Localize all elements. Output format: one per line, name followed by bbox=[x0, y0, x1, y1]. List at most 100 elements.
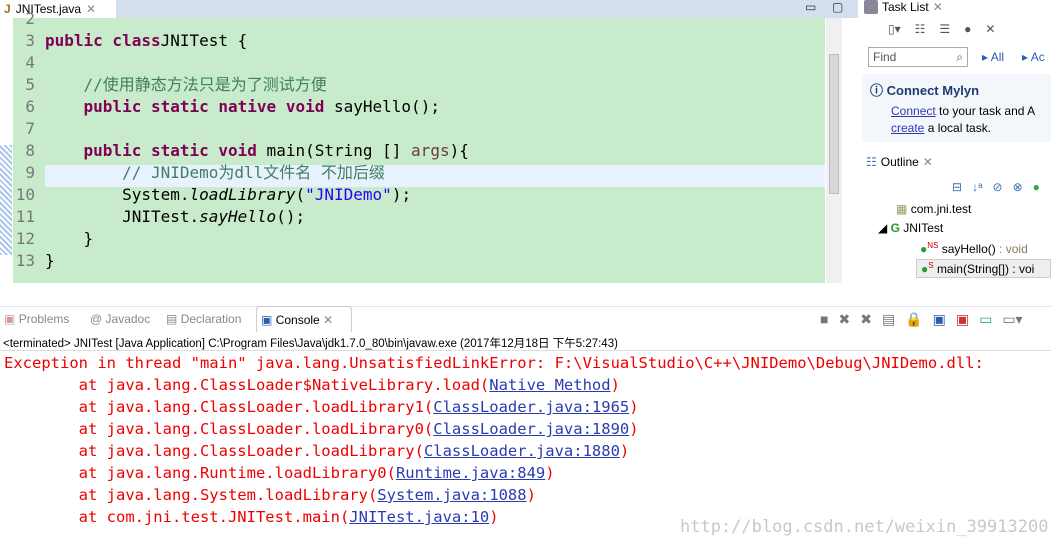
package-icon: ▦ bbox=[896, 202, 908, 216]
all-link[interactable]: ▸ All bbox=[982, 50, 1004, 64]
outline-item-sayhello[interactable]: ●NS sayHello() : void bbox=[920, 241, 1028, 256]
tab-javadoc[interactable]: @ Javadoc bbox=[90, 312, 150, 326]
outline-item-package[interactable]: ▦ com.jni.test bbox=[896, 202, 971, 216]
focus-icon[interactable]: ● bbox=[964, 22, 971, 36]
remove-all-icon[interactable]: ✖ bbox=[860, 311, 872, 328]
declaration-icon: ▤ bbox=[166, 312, 178, 326]
tab-outline[interactable]: ☷ Outline ✕ bbox=[866, 155, 933, 169]
outline-icon: ☷ bbox=[866, 155, 877, 169]
scheduled-icon[interactable]: ☰ bbox=[939, 22, 950, 36]
display-console-icon[interactable]: ▭▾ bbox=[1002, 311, 1022, 328]
code-token: (); bbox=[276, 207, 306, 226]
scrollbar-thumb[interactable] bbox=[829, 54, 839, 194]
outline-item-class[interactable]: ◢ G JNITest bbox=[878, 221, 943, 235]
change-marker bbox=[0, 145, 12, 255]
source-link[interactable]: Native Method bbox=[489, 376, 610, 394]
line-number: 5 bbox=[25, 75, 35, 94]
hide-static-icon[interactable]: ⊗ bbox=[1013, 180, 1023, 194]
code-line[interactable]: } bbox=[45, 228, 94, 250]
hide-completed-icon[interactable]: ✕ bbox=[985, 22, 995, 36]
close-icon[interactable]: ✕ bbox=[923, 155, 933, 169]
frame-text: at java.lang.ClassLoader$NativeLibrary.l… bbox=[4, 376, 490, 394]
code-line[interactable]: public classJNITest { bbox=[45, 30, 247, 52]
code-token: // JNIDemo为dll文件名 不加后缀 bbox=[45, 163, 385, 182]
mylyn-title: Connect Mylyn bbox=[886, 83, 980, 98]
tab-problems[interactable]: ▣ Problems bbox=[4, 312, 69, 326]
code-line[interactable]: public static native void sayHello(); bbox=[45, 96, 440, 118]
code-token: args bbox=[411, 141, 450, 160]
right-panels: Task List ✕ ▯▾ ☷ ☰ ● ✕ Find ⌕ ▸ All ▸ Ac… bbox=[860, 0, 1051, 300]
tab-declaration[interactable]: ▤ Declaration bbox=[166, 312, 241, 326]
code-token: JNITest { bbox=[160, 31, 248, 50]
code-token: } bbox=[45, 229, 94, 248]
code-token: //使用静态方法只是为了测试方便 bbox=[45, 75, 327, 94]
hide-nonpublic-icon[interactable]: ● bbox=[1033, 180, 1040, 194]
show-stdout-icon[interactable]: ▣ bbox=[933, 311, 946, 328]
activate-link[interactable]: ▸ Ac bbox=[1022, 50, 1045, 64]
task-list-title: Task List bbox=[882, 0, 929, 14]
exception-line: Exception in thread "main" java.lang.Uns… bbox=[4, 354, 984, 372]
editor-scrollbar[interactable] bbox=[826, 18, 842, 283]
source-link[interactable]: Runtime.java:849 bbox=[396, 464, 545, 482]
line-number: 4 bbox=[25, 53, 35, 72]
create-link[interactable]: create bbox=[891, 121, 924, 135]
source-link[interactable]: ClassLoader.java:1965 bbox=[433, 398, 629, 416]
code-line[interactable]: System.loadLibrary("JNIDemo"); bbox=[45, 184, 411, 206]
code-token: public class bbox=[45, 31, 161, 50]
code-token: "JNIDemo" bbox=[305, 185, 392, 204]
new-task-icon[interactable]: ▯▾ bbox=[888, 22, 901, 36]
source-link[interactable]: System.java:1088 bbox=[377, 486, 526, 504]
code-token: main(String [] bbox=[256, 141, 412, 160]
tab-console[interactable]: ▣ Console ✕ bbox=[256, 306, 352, 332]
frame-text: at java.lang.ClassLoader.loadLibrary1( bbox=[4, 398, 434, 416]
show-stderr-icon[interactable]: ▣ bbox=[956, 311, 969, 328]
problems-icon: ▣ bbox=[4, 312, 16, 326]
line-number: 7 bbox=[25, 119, 35, 138]
code-token: ( bbox=[295, 185, 306, 204]
tab-task-list[interactable]: Task List ✕ bbox=[864, 0, 943, 14]
find-input[interactable]: Find ⌕ bbox=[868, 47, 968, 67]
minimize-button[interactable]: ▭ bbox=[805, 0, 816, 14]
close-icon[interactable]: ✕ bbox=[933, 0, 943, 14]
close-icon[interactable]: ✕ bbox=[86, 2, 96, 16]
clear-console-icon[interactable]: ▤ bbox=[882, 311, 895, 328]
paren: ) bbox=[545, 464, 555, 482]
code-line[interactable]: } bbox=[45, 250, 55, 272]
code-line[interactable]: public static void main(String [] args){ bbox=[45, 140, 469, 162]
line-number: 2 bbox=[25, 9, 35, 28]
method-icon: ●S bbox=[921, 261, 934, 276]
source-link[interactable]: ClassLoader.java:1880 bbox=[424, 442, 620, 460]
source-link[interactable]: JNITest.java:10 bbox=[349, 508, 489, 526]
java-file-icon: J bbox=[4, 2, 11, 16]
remove-launch-icon[interactable]: ✖ bbox=[838, 311, 850, 328]
code-token: JNITest. bbox=[45, 207, 200, 226]
code-editor[interactable]: 2 3 public classJNITest {4 5 //使用静态方法只是为了测试… bbox=[0, 9, 858, 283]
line-number: 8 bbox=[25, 141, 35, 160]
code-line[interactable]: JNITest.sayHello(); bbox=[45, 206, 305, 228]
stack-frame: at java.lang.Runtime.loadLibrary0(Runtim… bbox=[4, 462, 555, 484]
categorized-icon[interactable]: ☷ bbox=[915, 22, 926, 36]
sort-icon[interactable]: ↓ᵃ bbox=[972, 180, 982, 194]
code-line[interactable]: // JNIDemo为dll文件名 不加后缀 bbox=[45, 162, 385, 184]
method-icon: ●NS bbox=[920, 241, 939, 256]
collapse-all-icon[interactable]: ⊟ bbox=[952, 180, 962, 194]
console-icon: ▣ bbox=[261, 313, 273, 327]
hide-fields-icon[interactable]: ⊘ bbox=[993, 180, 1003, 194]
terminate-icon[interactable]: ■ bbox=[820, 311, 828, 328]
outline-title: Outline bbox=[880, 155, 919, 169]
stack-frame: at java.lang.ClassLoader$NativeLibrary.l… bbox=[4, 374, 620, 396]
line-number: 6 bbox=[25, 97, 35, 116]
pin-console-icon[interactable]: ▭ bbox=[979, 311, 992, 328]
line-number: 9 bbox=[25, 163, 35, 182]
code-line[interactable]: //使用静态方法只是为了测试方便 bbox=[45, 74, 327, 96]
maximize-button[interactable]: ▢ bbox=[832, 0, 843, 14]
stack-frame: at java.lang.System.loadLibrary(System.j… bbox=[4, 484, 536, 506]
frame-text: at java.lang.Runtime.loadLibrary0( bbox=[4, 464, 396, 482]
close-icon: ✕ bbox=[323, 313, 334, 327]
source-link[interactable]: ClassLoader.java:1890 bbox=[433, 420, 629, 438]
frame-text: at java.lang.System.loadLibrary( bbox=[4, 486, 378, 504]
scroll-lock-icon[interactable]: 🔒 bbox=[905, 311, 922, 328]
outline-item-main[interactable]: ●S main(String[]) : voi bbox=[916, 259, 1051, 278]
connect-link[interactable]: Connect bbox=[891, 104, 936, 118]
code-token: ){ bbox=[449, 141, 469, 160]
